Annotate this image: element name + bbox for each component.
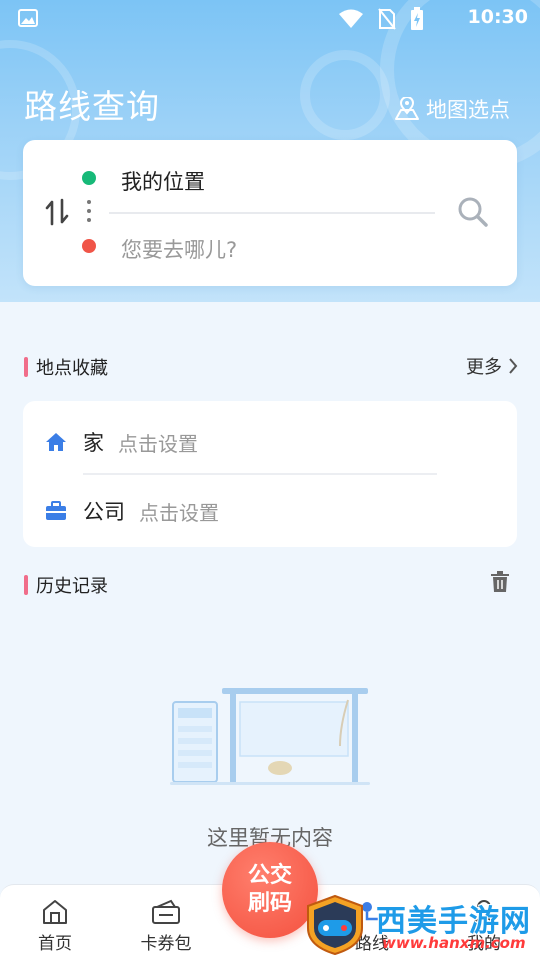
favorite-home-hint: 点击设置 [118,431,198,456]
favorites-card: 家 点击设置 公司 点击设置 [23,401,517,547]
favorite-company-label: 公司 [83,500,125,524]
favorites-header: 地点收藏 [24,354,108,380]
favorites-divider [83,473,437,475]
nav-home-label: 首页 [38,934,72,954]
nav-coupons[interactable]: 卡券包 [126,899,206,954]
favorite-company-row[interactable]: 公司 点击设置 [45,496,219,526]
origin-dot [82,171,96,185]
favorites-title: 地点收藏 [36,358,108,379]
battery-charging-icon [411,7,423,30]
site-watermark: 西美手游网 www.hanxm.com [300,890,540,960]
section-accent-bar [24,575,28,595]
gamepad-shield-icon [307,894,363,956]
origin-field[interactable]: 我的位置 [121,166,205,196]
more-label: 更多 [466,357,502,378]
nav-home[interactable]: 首页 [15,899,95,954]
destination-field[interactable]: 您要去哪儿? [121,234,237,264]
fab-line1: 公交 [247,863,292,888]
watermark-url: www.hanxm.com [382,934,526,952]
history-title: 历史记录 [36,576,108,597]
empty-bus-stop-illustration [170,688,370,785]
chevron-right-icon [509,358,518,374]
status-bar: 10:30 [0,0,540,36]
ticket-icon [152,899,180,924]
status-time: 10:30 [467,6,528,28]
field-divider [109,212,435,214]
nav-coupons-label: 卡券包 [140,934,192,954]
swap-icon[interactable] [45,198,69,226]
trash-icon[interactable] [490,571,510,593]
destination-dot [82,239,96,253]
favorite-company-hint: 点击设置 [139,500,219,525]
favorite-home-label: 家 [83,431,104,455]
no-sim-icon [378,8,396,30]
map-pick-label: 地图选点 [426,98,510,122]
page-title: 路线查询 [24,87,160,126]
map-pin-icon [395,97,419,120]
home-icon [46,433,66,451]
section-accent-bar [24,357,28,377]
favorites-more-button[interactable]: 更多 [466,353,518,379]
briefcase-icon [46,501,66,520]
favorite-home-row[interactable]: 家 点击设置 [45,427,198,457]
home-outline-icon [43,900,67,924]
route-search-card: 我的位置 您要去哪儿? [23,140,517,286]
wifi-icon [339,9,363,28]
route-connector-dots [87,200,91,227]
gallery-notification-icon [18,9,38,27]
map-pick-button[interactable]: 地图选点 [394,94,510,124]
history-header: 历史记录 [24,572,108,598]
search-icon[interactable] [457,196,489,228]
